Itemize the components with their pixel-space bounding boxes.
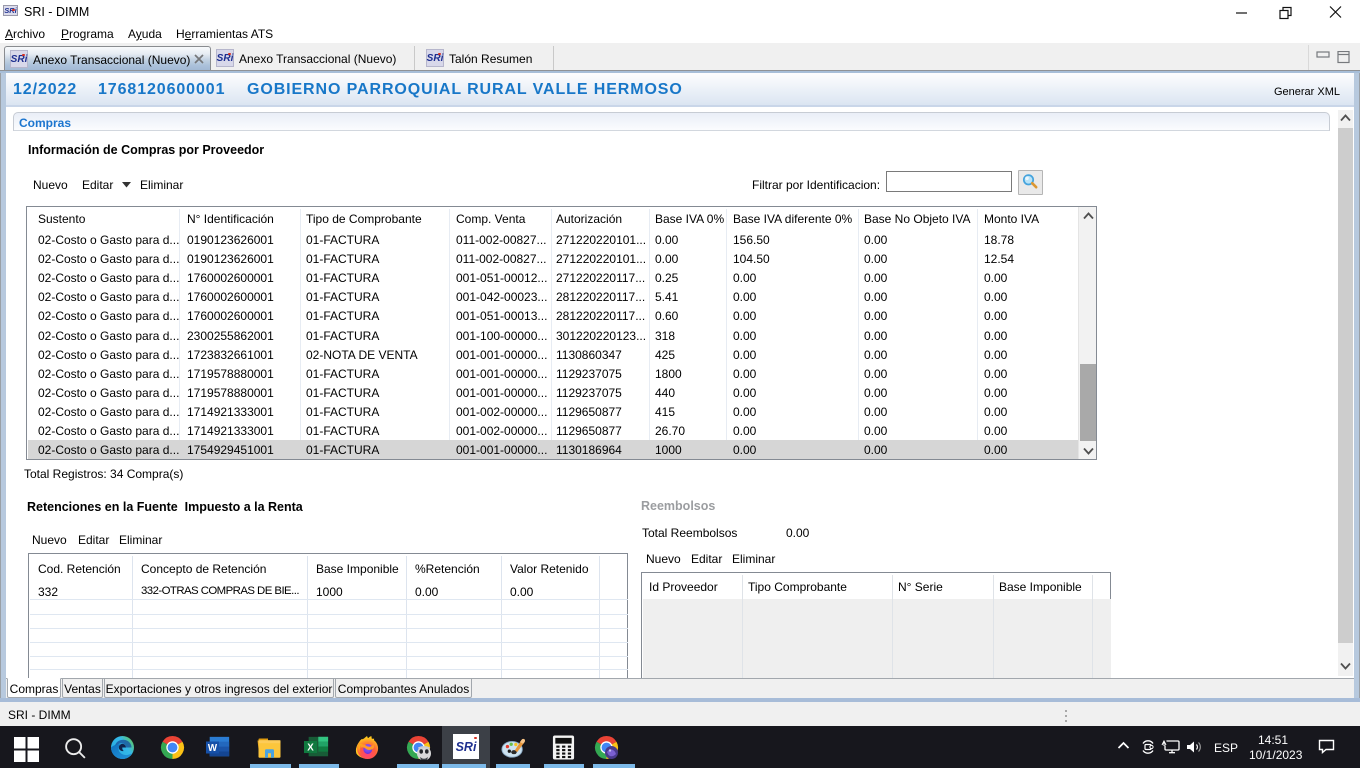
svg-text:W: W xyxy=(208,743,218,754)
svg-text:X: X xyxy=(307,743,314,754)
